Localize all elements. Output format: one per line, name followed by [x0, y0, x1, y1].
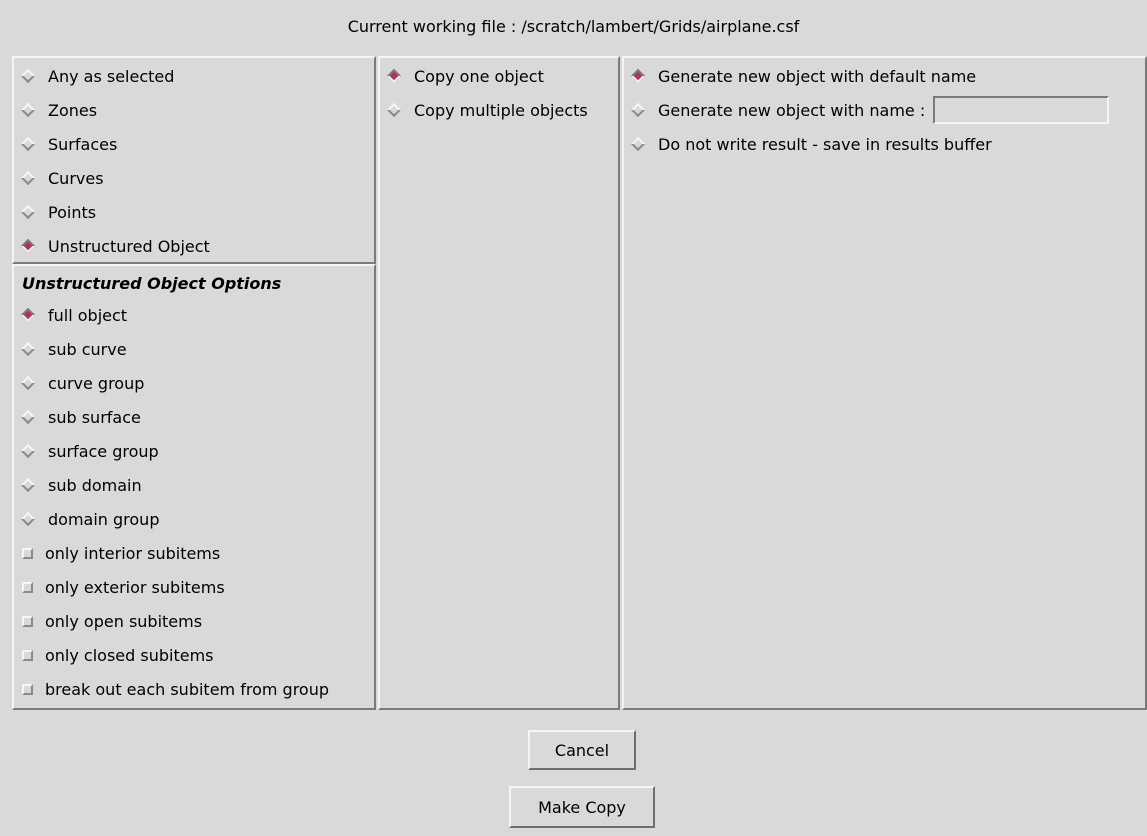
copy-object-dialog: Current working file : /scratch/lambert/…: [0, 0, 1147, 836]
radio-selected-icon[interactable]: [386, 68, 402, 84]
object-type-any-label: Any as selected: [48, 66, 175, 86]
option-domain-group-label: domain group: [48, 509, 160, 529]
check-only-closed[interactable]: only closed subitems: [20, 638, 214, 672]
object-type-zones[interactable]: Zones: [20, 93, 97, 127]
object-type-surfaces[interactable]: Surfaces: [20, 127, 117, 161]
option-sub-curve[interactable]: sub curve: [20, 332, 127, 366]
option-sub-curve-label: sub curve: [48, 339, 127, 359]
output-default-name-label: Generate new object with default name: [658, 66, 977, 86]
radio-off-icon[interactable]: [386, 102, 402, 118]
object-type-points-label: Points: [48, 202, 97, 222]
check-break-out[interactable]: break out each subitem from group: [20, 672, 329, 706]
object-type-unstructured-label: Unstructured Object: [48, 236, 210, 256]
object-type-zones-label: Zones: [48, 100, 98, 120]
current-file-label: Current working file : /scratch/lambert/…: [347, 16, 800, 36]
copy-one-object-label: Copy one object: [414, 66, 544, 86]
option-full-object[interactable]: full object: [20, 298, 127, 332]
checkbox-icon[interactable]: [22, 547, 33, 559]
cancel-button[interactable]: Cancel: [528, 730, 636, 770]
unstructured-options-title: Unstructured Object Options: [22, 273, 282, 293]
check-only-interior-label: only interior subitems: [45, 543, 221, 563]
checkbox-icon[interactable]: [22, 581, 33, 593]
radio-selected-icon[interactable]: [20, 307, 36, 323]
output-default-name[interactable]: Generate new object with default name: [630, 59, 976, 93]
object-type-unstructured[interactable]: Unstructured Object: [20, 229, 210, 263]
copy-mode-panel: Copy one object Copy multiple objects: [378, 56, 620, 710]
radio-off-icon[interactable]: [20, 443, 36, 459]
option-surface-group[interactable]: surface group: [20, 434, 159, 468]
option-surface-group-label: surface group: [48, 441, 159, 461]
unstructured-options-panel: Unstructured Object Options full object …: [12, 264, 376, 710]
option-curve-group[interactable]: curve group: [20, 366, 144, 400]
radio-off-icon[interactable]: [20, 409, 36, 425]
radio-off-icon[interactable]: [20, 170, 36, 186]
copy-one-object[interactable]: Copy one object: [386, 59, 544, 93]
option-sub-surface[interactable]: sub surface: [20, 400, 141, 434]
checkbox-icon[interactable]: [22, 649, 33, 661]
check-only-exterior[interactable]: only exterior subitems: [20, 570, 225, 604]
object-type-any[interactable]: Any as selected: [20, 59, 174, 93]
option-domain-group[interactable]: domain group: [20, 502, 159, 536]
radio-selected-icon[interactable]: [630, 68, 646, 84]
option-sub-domain-label: sub domain: [48, 475, 142, 495]
check-only-open-label: only open subitems: [45, 611, 203, 631]
object-type-curves-label: Curves: [48, 168, 104, 188]
radio-off-icon[interactable]: [20, 375, 36, 391]
object-type-curves[interactable]: Curves: [20, 161, 104, 195]
radio-off-icon[interactable]: [20, 341, 36, 357]
copy-multiple-objects[interactable]: Copy multiple objects: [386, 93, 588, 127]
radio-off-icon[interactable]: [20, 511, 36, 527]
radio-off-icon[interactable]: [20, 136, 36, 152]
option-sub-surface-label: sub surface: [48, 407, 141, 427]
object-type-surfaces-label: Surfaces: [48, 134, 118, 154]
option-curve-group-label: curve group: [48, 373, 145, 393]
check-only-interior[interactable]: only interior subitems: [20, 536, 220, 570]
output-with-name[interactable]: Generate new object with name :: [630, 93, 1110, 127]
radio-off-icon[interactable]: [630, 102, 646, 118]
radio-off-icon[interactable]: [630, 136, 646, 152]
output-results-buffer[interactable]: Do not write result - save in results bu…: [630, 127, 992, 161]
output-with-name-label: Generate new object with name :: [658, 100, 926, 120]
object-type-points[interactable]: Points: [20, 195, 96, 229]
check-break-out-label: break out each subitem from group: [45, 679, 329, 699]
copy-multiple-objects-label: Copy multiple objects: [414, 100, 588, 120]
object-name-input[interactable]: [933, 96, 1110, 124]
output-results-buffer-label: Do not write result - save in results bu…: [658, 134, 992, 154]
option-full-object-label: full object: [48, 305, 128, 325]
check-only-closed-label: only closed subitems: [45, 645, 214, 665]
radio-off-icon[interactable]: [20, 477, 36, 493]
radio-off-icon[interactable]: [20, 68, 36, 84]
checkbox-icon[interactable]: [22, 683, 33, 695]
output-panel: Generate new object with default name Ge…: [622, 56, 1147, 710]
check-only-open[interactable]: only open subitems: [20, 604, 202, 638]
make-copy-button[interactable]: Make Copy: [509, 786, 655, 828]
radio-off-icon[interactable]: [20, 102, 36, 118]
check-only-exterior-label: only exterior subitems: [45, 577, 225, 597]
radio-selected-icon[interactable]: [20, 238, 36, 254]
object-type-panel: Any as selected Zones Surfaces Curves Po…: [12, 56, 376, 264]
checkbox-icon[interactable]: [22, 615, 33, 627]
radio-off-icon[interactable]: [20, 204, 36, 220]
option-sub-domain[interactable]: sub domain: [20, 468, 142, 502]
